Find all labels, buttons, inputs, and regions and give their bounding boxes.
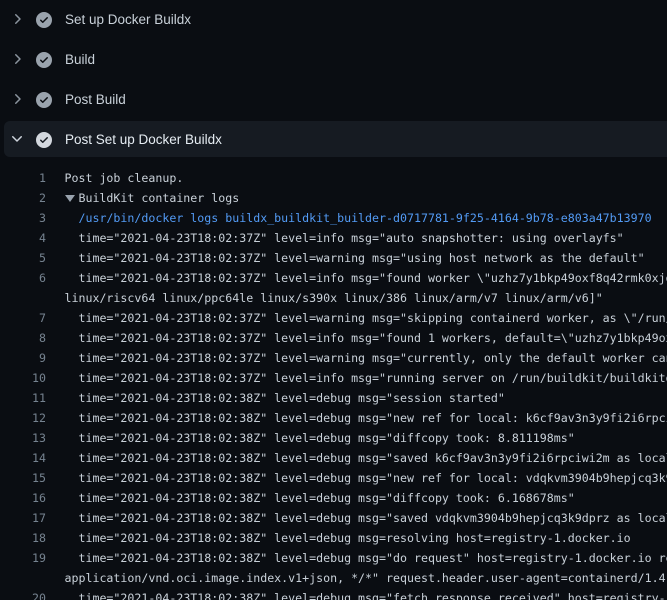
log-line: 17 time="2021-04-23T18:02:38Z" level=deb… [0, 508, 667, 528]
log-line-number[interactable]: 3 [0, 208, 46, 228]
log-line-number[interactable]: 7 [0, 308, 46, 328]
log-line-number[interactable]: 12 [0, 408, 46, 428]
log-command-text: /usr/bin/docker logs buildx_buildkit_bui… [65, 208, 652, 228]
log-line: 7 time="2021-04-23T18:02:37Z" level=warn… [0, 308, 667, 328]
log-group-toggle[interactable]: BuildKit container logs [65, 188, 240, 208]
log-line-number[interactable]: 18 [0, 528, 46, 548]
log-line-text: time="2021-04-23T18:02:37Z" level=info m… [65, 328, 667, 348]
log-line-number[interactable]: 5 [0, 248, 46, 268]
log-line-text: time="2021-04-23T18:02:37Z" level=warnin… [65, 308, 667, 328]
log-area: 1 Post job cleanup. 2 BuildKit container… [0, 160, 667, 600]
log-line: 6 time="2021-04-23T18:02:37Z" level=info… [0, 268, 667, 288]
group-expanded-triangle-icon [65, 188, 79, 208]
log-line: 14 time="2021-04-23T18:02:38Z" level=deb… [0, 448, 667, 468]
log-line: 16 time="2021-04-23T18:02:38Z" level=deb… [0, 488, 667, 508]
check-circle-icon [36, 12, 52, 28]
log-line-text: time="2021-04-23T18:02:37Z" level=info m… [65, 368, 667, 388]
log-line: 4 time="2021-04-23T18:02:37Z" level=info… [0, 228, 667, 248]
log-line-text: time="2021-04-23T18:02:38Z" level=debug … [65, 548, 667, 568]
log-line-text: Post job cleanup. [65, 168, 184, 188]
log-line-text: application/vnd.oci.image.index.v1+json,… [65, 568, 667, 588]
check-circle-icon [36, 132, 52, 148]
log-line-number[interactable]: 16 [0, 488, 46, 508]
log-line-wrap: linux/riscv64 linux/ppc64le linux/s390x … [0, 288, 667, 308]
log-line-number[interactable]: 2 [0, 188, 46, 208]
steps-list: Set up Docker Buildx Build Post Build Po… [0, 0, 667, 160]
log-line-text: time="2021-04-23T18:02:37Z" level=info m… [65, 228, 624, 248]
log-line-text: time="2021-04-23T18:02:38Z" level=debug … [65, 588, 667, 600]
log-line: 2 BuildKit container logs [0, 188, 667, 208]
log-line-number[interactable]: 8 [0, 328, 46, 348]
chevron-right-icon [9, 91, 25, 107]
log-line-number[interactable]: 20 [0, 588, 46, 600]
log-line-number [0, 288, 46, 308]
chevron-right-icon [9, 51, 25, 67]
log-line-text: time="2021-04-23T18:02:38Z" level=debug … [65, 508, 667, 528]
log-line-text: time="2021-04-23T18:02:37Z" level=warnin… [65, 348, 667, 368]
log-line-number[interactable]: 11 [0, 388, 46, 408]
log-line: 10 time="2021-04-23T18:02:37Z" level=inf… [0, 368, 667, 388]
log-line-text: linux/riscv64 linux/ppc64le linux/s390x … [65, 288, 603, 308]
log-line-number[interactable]: 14 [0, 448, 46, 468]
chevron-right-icon [9, 11, 25, 27]
step-header-post-set-up-docker-buildx[interactable]: Post Set up Docker Buildx [0, 120, 667, 160]
log-line: 12 time="2021-04-23T18:02:38Z" level=deb… [0, 408, 667, 428]
log-line: 8 time="2021-04-23T18:02:37Z" level=info… [0, 328, 667, 348]
log-line: 9 time="2021-04-23T18:02:37Z" level=warn… [0, 348, 667, 368]
log-line-number[interactable]: 17 [0, 508, 46, 528]
log-line-number[interactable]: 10 [0, 368, 46, 388]
step-header-set-up-docker-buildx[interactable]: Set up Docker Buildx [0, 0, 667, 40]
step-header-build[interactable]: Build [0, 40, 667, 80]
log-line: 11 time="2021-04-23T18:02:38Z" level=deb… [0, 388, 667, 408]
log-line-text: time="2021-04-23T18:02:38Z" level=debug … [65, 388, 505, 408]
log-line: 15 time="2021-04-23T18:02:38Z" level=deb… [0, 468, 667, 488]
log-line-number[interactable]: 19 [0, 548, 46, 568]
log-line: 5 time="2021-04-23T18:02:37Z" level=warn… [0, 248, 667, 268]
log-line-number[interactable]: 4 [0, 228, 46, 248]
log-line: 3 /usr/bin/docker logs buildx_buildkit_b… [0, 208, 667, 228]
log-line-text: time="2021-04-23T18:02:38Z" level=debug … [65, 488, 575, 508]
check-circle-icon [36, 92, 52, 108]
log-line-text: time="2021-04-23T18:02:37Z" level=warnin… [65, 248, 645, 268]
log-line-number[interactable]: 13 [0, 428, 46, 448]
log-line-text: time="2021-04-23T18:02:38Z" level=debug … [65, 448, 667, 468]
log-line: 1 Post job cleanup. [0, 168, 667, 188]
step-label: Post Set up Docker Buildx [65, 132, 222, 147]
log-line-wrap: application/vnd.oci.image.index.v1+json,… [0, 568, 667, 588]
step-header-post-build[interactable]: Post Build [0, 80, 667, 120]
log-line: 18 time="2021-04-23T18:02:38Z" level=deb… [0, 528, 667, 548]
log-line-number[interactable]: 1 [0, 168, 46, 188]
log-line-text: time="2021-04-23T18:02:37Z" level=info m… [65, 268, 667, 288]
log-line-number[interactable]: 15 [0, 468, 46, 488]
log-line-number[interactable]: 6 [0, 268, 46, 288]
check-circle-icon [36, 52, 52, 68]
log-group-label: BuildKit container logs [78, 191, 239, 205]
log-line: 19 time="2021-04-23T18:02:38Z" level=deb… [0, 548, 667, 568]
log-line-number [0, 568, 46, 588]
log-line: 13 time="2021-04-23T18:02:38Z" level=deb… [0, 428, 667, 448]
log-line: 20 time="2021-04-23T18:02:38Z" level=deb… [0, 588, 667, 600]
step-label: Build [65, 52, 95, 67]
step-label: Post Build [65, 92, 126, 107]
log-line-text: time="2021-04-23T18:02:38Z" level=debug … [65, 408, 667, 428]
log-line-text: time="2021-04-23T18:02:38Z" level=debug … [65, 528, 631, 548]
log-line-text: time="2021-04-23T18:02:38Z" level=debug … [65, 468, 667, 488]
chevron-down-icon [9, 131, 25, 147]
log-line-number[interactable]: 9 [0, 348, 46, 368]
step-label: Set up Docker Buildx [65, 12, 191, 27]
log-line-text: time="2021-04-23T18:02:38Z" level=debug … [65, 428, 575, 448]
